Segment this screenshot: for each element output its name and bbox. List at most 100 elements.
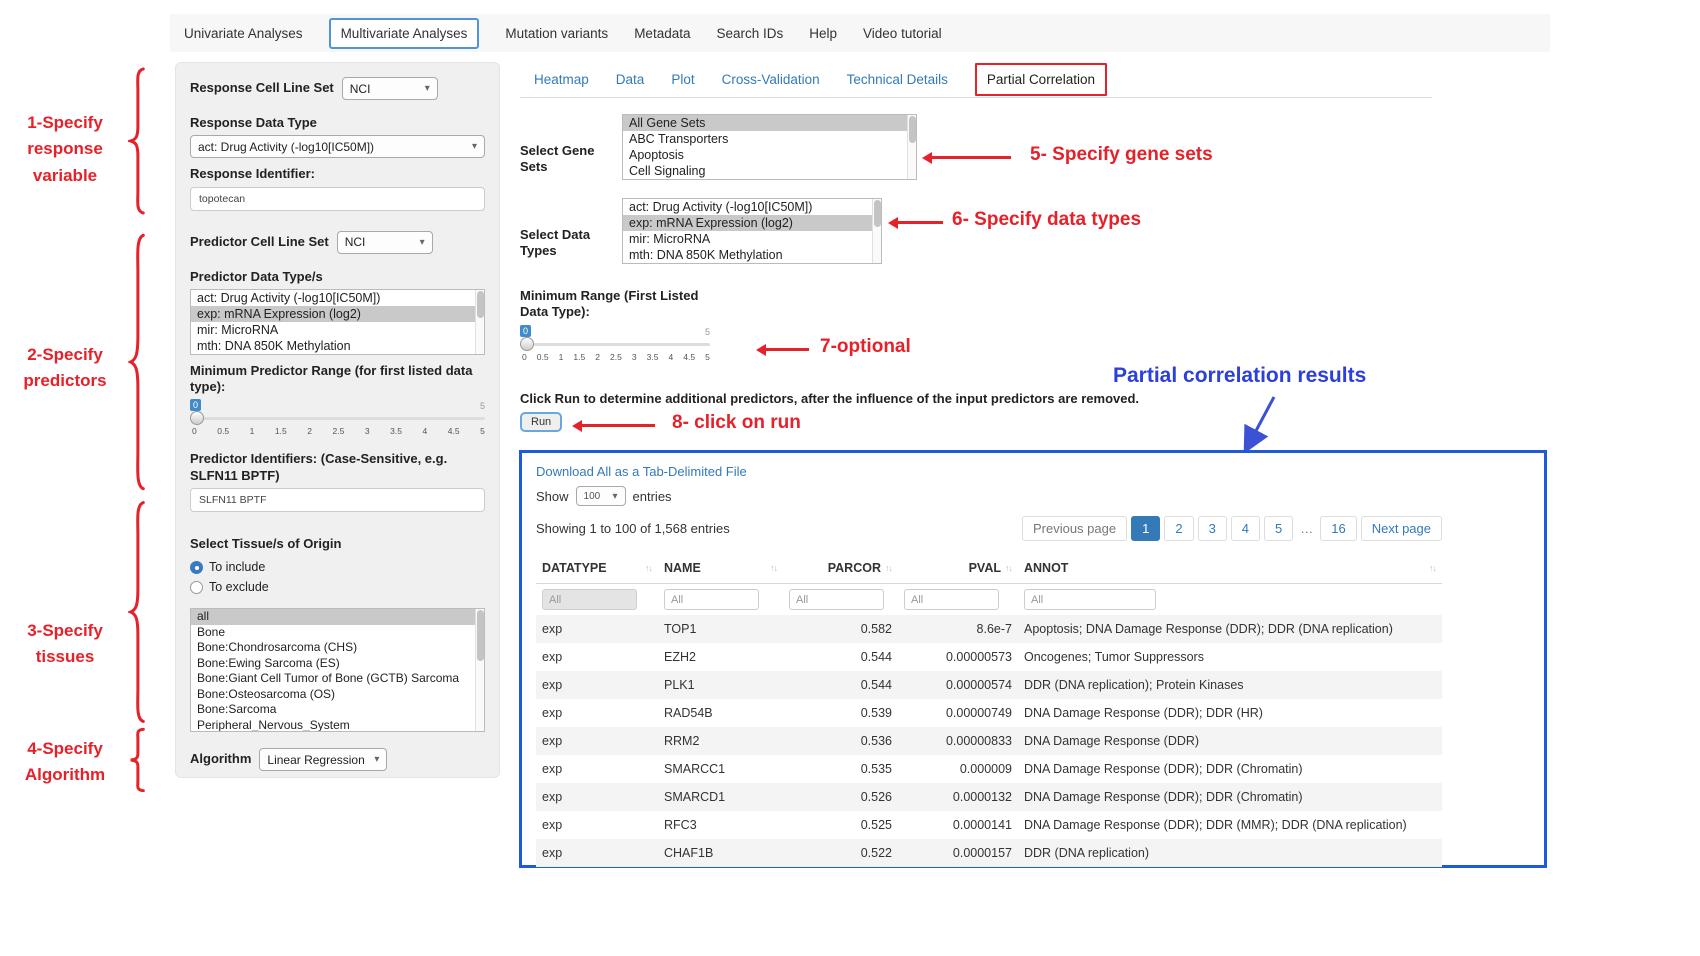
tab[interactable]: Plot bbox=[671, 72, 694, 87]
listbox-option[interactable]: Bone:Sarcoma bbox=[191, 702, 484, 718]
table-row[interactable]: exp CHAF1B 0.522 0.0000157 DDR (DNA repl… bbox=[536, 839, 1442, 867]
listbox-option[interactable]: ABC Transporters bbox=[623, 131, 916, 147]
tab[interactable]: Cross-Validation bbox=[722, 72, 820, 87]
tissue-include-radio[interactable]: To include bbox=[190, 560, 485, 574]
filter-parcor-input[interactable] bbox=[789, 589, 884, 610]
page-number-button[interactable]: 16 bbox=[1320, 516, 1356, 541]
radio-checked-icon[interactable] bbox=[190, 561, 203, 574]
listbox-option[interactable]: Peripheral_Nervous_System bbox=[191, 718, 484, 733]
page-number-button[interactable]: 4 bbox=[1231, 516, 1260, 541]
predictor-identifiers-input[interactable] bbox=[190, 488, 485, 512]
tab[interactable]: Technical Details bbox=[847, 72, 948, 87]
scrollbar[interactable] bbox=[907, 115, 916, 179]
predictor-cell-line-set-select[interactable]: NCI ▾ bbox=[337, 231, 433, 254]
listbox-option[interactable]: all bbox=[191, 609, 484, 625]
response-identifier-input[interactable] bbox=[190, 187, 485, 211]
listbox-option[interactable]: mth: DNA 850K Methylation bbox=[623, 247, 881, 263]
scrollbar[interactable] bbox=[475, 290, 484, 354]
scrollbar-thumb[interactable] bbox=[477, 610, 484, 661]
min-predictor-range-slider[interactable]: 0 5 00.511.522.533.544.55 bbox=[190, 399, 485, 437]
sort-icon[interactable]: ↑↓ bbox=[885, 563, 892, 573]
column-header-datatype[interactable]: DATATYPE bbox=[542, 561, 607, 575]
page-number-button[interactable]: 1 bbox=[1131, 516, 1160, 541]
column-header-annot[interactable]: ANNOT bbox=[1024, 561, 1068, 575]
chevron-down-icon: ▾ bbox=[425, 83, 430, 94]
page-number-button[interactable]: 3 bbox=[1198, 516, 1227, 541]
page-number-button[interactable]: … bbox=[1297, 517, 1316, 540]
page-number-button[interactable]: 2 bbox=[1164, 516, 1193, 541]
tab[interactable]: Partial Correlation bbox=[975, 63, 1107, 96]
cell-parcor: 0.526 bbox=[783, 783, 898, 811]
sort-icon[interactable]: ↑↓ bbox=[1429, 563, 1436, 573]
scrollbar-thumb[interactable] bbox=[874, 200, 881, 227]
gene-sets-listbox[interactable]: All Gene Sets ABC Transporters Apoptosis… bbox=[622, 114, 917, 180]
table-row[interactable]: exp TOP1 0.582 8.6e-7 Apoptosis; DNA Dam… bbox=[536, 615, 1442, 643]
listbox-option[interactable]: exp: mRNA Expression (log2) bbox=[191, 306, 484, 322]
listbox-option[interactable]: mir: MicroRNA bbox=[623, 231, 881, 247]
filter-datatype-input[interactable] bbox=[542, 589, 637, 610]
tab[interactable]: Heatmap bbox=[534, 72, 589, 87]
column-header-name[interactable]: NAME bbox=[664, 561, 701, 575]
listbox-option[interactable]: exp: mRNA Expression (log2) bbox=[623, 215, 881, 231]
filter-pval-input[interactable] bbox=[904, 589, 999, 610]
nav-item[interactable]: Help bbox=[809, 26, 837, 41]
slider-track[interactable] bbox=[520, 343, 710, 346]
listbox-option[interactable]: All Gene Sets bbox=[623, 115, 916, 131]
previous-page-button[interactable]: Previous page bbox=[1022, 516, 1127, 541]
run-button[interactable]: Run bbox=[520, 412, 562, 432]
filter-annot-input[interactable] bbox=[1024, 589, 1156, 610]
data-types-listbox[interactable]: act: Drug Activity (-log10[IC50M]) exp: … bbox=[622, 198, 882, 264]
nav-item[interactable]: Univariate Analyses bbox=[184, 26, 303, 41]
nav-item[interactable]: Multivariate Analyses bbox=[329, 18, 480, 49]
show-entries-select[interactable]: 100 ▾ bbox=[576, 486, 626, 506]
slider-handle[interactable] bbox=[520, 337, 534, 351]
sort-icon[interactable]: ↑↓ bbox=[645, 563, 652, 573]
listbox-option[interactable]: act: Drug Activity (-log10[IC50M]) bbox=[623, 199, 881, 215]
next-page-button[interactable]: Next page bbox=[1361, 516, 1442, 541]
filter-name-input[interactable] bbox=[664, 589, 759, 610]
min-range-slider[interactable]: 0 5 00.511.522.533.544.55 bbox=[520, 325, 710, 363]
table-row[interactable]: exp EZH2 0.544 0.00000573 Oncogenes; Tum… bbox=[536, 643, 1442, 671]
listbox-option[interactable]: act: Drug Activity (-log10[IC50M]) bbox=[191, 290, 484, 306]
slider-handle[interactable] bbox=[190, 411, 204, 425]
tab[interactable]: Data bbox=[616, 72, 645, 87]
listbox-option[interactable]: Bone bbox=[191, 625, 484, 641]
tissue-listbox[interactable]: all Bone Bone:Chondrosarcoma (CHS) Bone:… bbox=[190, 608, 485, 732]
listbox-option[interactable]: Apoptosis bbox=[623, 147, 916, 163]
radio-unchecked-icon[interactable] bbox=[190, 581, 203, 594]
scrollbar-thumb[interactable] bbox=[477, 291, 484, 318]
table-row[interactable]: exp RRM2 0.536 0.00000833 DNA Damage Res… bbox=[536, 727, 1442, 755]
predictor-data-types-listbox[interactable]: act: Drug Activity (-log10[IC50M]) exp: … bbox=[190, 289, 485, 355]
listbox-option[interactable]: mir: MicroRNA bbox=[191, 322, 484, 338]
listbox-option[interactable]: Bone:Ewing Sarcoma (ES) bbox=[191, 656, 484, 672]
listbox-option[interactable]: Cell Signaling bbox=[623, 163, 916, 179]
listbox-option[interactable]: Bone:Chondrosarcoma (CHS) bbox=[191, 640, 484, 656]
sort-icon[interactable]: ↑↓ bbox=[770, 563, 777, 573]
response-data-type-select[interactable]: act: Drug Activity (-log10[IC50M]) ▾ bbox=[190, 135, 485, 158]
table-row[interactable]: exp RFC3 0.525 0.0000141 DNA Damage Resp… bbox=[536, 811, 1442, 839]
algorithm-select[interactable]: Linear Regression ▾ bbox=[259, 748, 387, 771]
nav-item[interactable]: Search IDs bbox=[716, 26, 783, 41]
nav-item[interactable]: Metadata bbox=[634, 26, 690, 41]
slider-track[interactable] bbox=[190, 417, 485, 420]
table-row[interactable]: exp RAD54B 0.539 0.00000749 DNA Damage R… bbox=[536, 699, 1442, 727]
table-body: exp TOP1 0.582 8.6e-7 Apoptosis; DNA Dam… bbox=[536, 615, 1442, 867]
table-row[interactable]: exp SMARCD1 0.526 0.0000132 DNA Damage R… bbox=[536, 783, 1442, 811]
listbox-option[interactable]: Bone:Giant Cell Tumor of Bone (GCTB) Sar… bbox=[191, 671, 484, 687]
page-number-button[interactable]: 5 bbox=[1264, 516, 1293, 541]
sort-icon[interactable]: ↑↓ bbox=[1005, 563, 1012, 573]
scrollbar-thumb[interactable] bbox=[909, 116, 916, 143]
scrollbar[interactable] bbox=[475, 609, 484, 731]
listbox-option[interactable]: mth: DNA 850K Methylation bbox=[191, 338, 484, 354]
download-link[interactable]: Download All as a Tab-Delimited File bbox=[536, 464, 747, 479]
nav-item[interactable]: Mutation variants bbox=[505, 26, 608, 41]
column-header-parcor[interactable]: PARCOR bbox=[828, 561, 881, 575]
nav-item[interactable]: Video tutorial bbox=[863, 26, 942, 41]
table-row[interactable]: exp PLK1 0.544 0.00000574 DDR (DNA repli… bbox=[536, 671, 1442, 699]
response-cell-line-set-select[interactable]: NCI ▾ bbox=[342, 77, 438, 100]
column-header-pval[interactable]: PVAL bbox=[969, 561, 1001, 575]
table-row[interactable]: exp SMARCC1 0.535 0.000009 DNA Damage Re… bbox=[536, 755, 1442, 783]
tissue-exclude-radio[interactable]: To exclude bbox=[190, 580, 485, 594]
listbox-option[interactable]: Bone:Osteosarcoma (OS) bbox=[191, 687, 484, 703]
scrollbar[interactable] bbox=[872, 199, 881, 263]
